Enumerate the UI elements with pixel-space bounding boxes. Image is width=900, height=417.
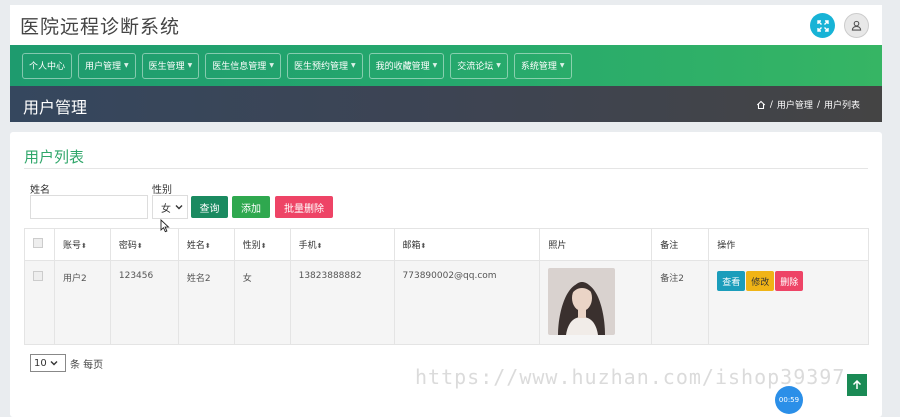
- sort-icon: ⬍: [204, 242, 211, 250]
- row-checkbox[interactable]: [33, 271, 43, 281]
- caret-down-icon: ▼: [432, 62, 438, 69]
- caret-down-icon: ▼: [124, 62, 129, 69]
- row-actions: 查看 修改 删除: [717, 271, 860, 291]
- caret-down-icon: ▼: [187, 62, 193, 69]
- sort-icon: ⬍: [316, 242, 323, 250]
- home-icon[interactable]: [756, 100, 766, 110]
- user-avatar-button[interactable]: [844, 13, 869, 38]
- delete-button[interactable]: 删除: [775, 271, 804, 291]
- gender-label: 性别: [152, 185, 172, 196]
- nav-forum[interactable]: 交流论坛 ▼: [450, 52, 508, 79]
- arrow-up-icon: [852, 380, 862, 389]
- card-title: 用户列表: [24, 148, 85, 166]
- cell-photo: [539, 260, 653, 345]
- caret-down-icon: ▼: [350, 62, 356, 69]
- sort-icon: ⬍: [260, 242, 267, 250]
- caret-down-icon: ▼: [269, 62, 274, 69]
- cell-email: 773890002@qq.com: [393, 260, 541, 345]
- breadcrumb-user-management[interactable]: 用户管理: [777, 98, 813, 111]
- fullscreen-button[interactable]: [810, 13, 835, 38]
- sort-icon: ⬍: [420, 242, 427, 250]
- divider: [24, 168, 868, 169]
- user-table: 账号⬍ 密码⬍ 姓名⬍ 性别⬍ 手机⬍ 邮箱⬍ 照片 备注 操作 用户2 123…: [24, 228, 869, 345]
- sort-icon: ⬍: [81, 242, 87, 250]
- gender-select[interactable]: 女: [152, 195, 188, 219]
- chevron-down-icon: [175, 205, 183, 210]
- watermark: https://www.huzhan.com/ishop39397: [415, 365, 846, 389]
- timer-badge: 00:59: [775, 386, 803, 414]
- table-header-row: 账号⬍ 密码⬍ 姓名⬍ 性别⬍ 手机⬍ 邮箱⬍ 照片 备注 操作: [24, 228, 869, 261]
- breadcrumb-user-list: 用户列表: [823, 101, 860, 111]
- row-select-cell: [24, 260, 55, 345]
- select-all-cell: [24, 228, 55, 261]
- col-phone[interactable]: 手机⬍: [289, 228, 395, 261]
- add-button[interactable]: 添加: [232, 196, 270, 218]
- nav-user-management[interactable]: 用户管理 ▼: [78, 52, 136, 79]
- col-gender[interactable]: 性别⬍: [233, 228, 291, 261]
- edit-button[interactable]: 修改: [746, 271, 775, 291]
- fullscreen-icon: [816, 19, 829, 32]
- mouse-cursor-icon: [160, 219, 170, 233]
- breadcrumb: / 用户管理 / 用户列表: [756, 98, 860, 111]
- nav-doctor-management[interactable]: 医生管理 ▼: [141, 52, 200, 79]
- cell-password: 123456: [109, 260, 179, 345]
- table-row: 用户2 123456 姓名2 女 13823888882 773890002@q…: [24, 260, 869, 345]
- back-to-top-button[interactable]: [847, 374, 867, 396]
- col-email[interactable]: 邮箱⬍: [393, 228, 541, 261]
- page-title: 用户管理: [23, 98, 88, 117]
- page-size-select[interactable]: 10: [30, 354, 66, 372]
- col-photo: 照片: [539, 228, 653, 261]
- main-nav: 个人中心 用户管理 ▼ 医生管理 ▼ 医生信息管理 ▼ 医生预约管理 ▼ 我的收藏管理 ▼…: [10, 45, 882, 86]
- user-icon: [851, 20, 862, 31]
- chevron-down-icon: [50, 361, 58, 366]
- query-button[interactable]: 查询: [191, 196, 228, 218]
- col-actions: 操作: [708, 228, 869, 261]
- caret-down-icon: ▼: [559, 62, 565, 69]
- gender-selected-value: 女: [161, 203, 171, 215]
- sort-icon: ⬍: [136, 242, 143, 250]
- page-header: 用户管理 / 用户管理 / 用户列表: [10, 86, 882, 122]
- user-photo[interactable]: [548, 268, 616, 335]
- top-header: 医院远程诊断系统: [10, 5, 882, 45]
- page-size-value: 10: [34, 357, 47, 369]
- col-password[interactable]: 密码⬍: [109, 228, 179, 261]
- nav-personal-center[interactable]: 个人中心: [22, 52, 73, 79]
- nav-appointment-management[interactable]: 医生预约管理 ▼: [286, 52, 363, 79]
- name-search-input[interactable]: [30, 195, 148, 219]
- select-all-checkbox[interactable]: [33, 238, 43, 248]
- cell-note: 备注2: [651, 260, 710, 345]
- cell-gender: 女: [233, 260, 291, 345]
- name-label: 姓名: [30, 185, 50, 196]
- nav-system-management[interactable]: 系统管理 ▼: [513, 52, 572, 79]
- col-account[interactable]: 账号⬍: [53, 228, 111, 261]
- col-name[interactable]: 姓名⬍: [177, 228, 235, 261]
- batch-delete-button[interactable]: 批量删除: [275, 196, 333, 218]
- app-title: 医院远程诊断系统: [20, 16, 181, 38]
- cell-phone: 13823888882: [289, 260, 395, 345]
- cell-actions: 查看 修改 删除: [708, 260, 869, 345]
- cell-name: 姓名2: [177, 260, 235, 345]
- nav-favorites-management[interactable]: 我的收藏管理 ▼: [368, 52, 445, 79]
- page-size-label: 条 每页: [70, 360, 104, 371]
- caret-down-icon: ▼: [496, 62, 501, 69]
- nav-doctor-info-management[interactable]: 医生信息管理 ▼: [205, 52, 281, 79]
- view-button[interactable]: 查看: [717, 271, 746, 291]
- col-note: 备注: [651, 228, 710, 261]
- cell-account: 用户2: [53, 260, 111, 345]
